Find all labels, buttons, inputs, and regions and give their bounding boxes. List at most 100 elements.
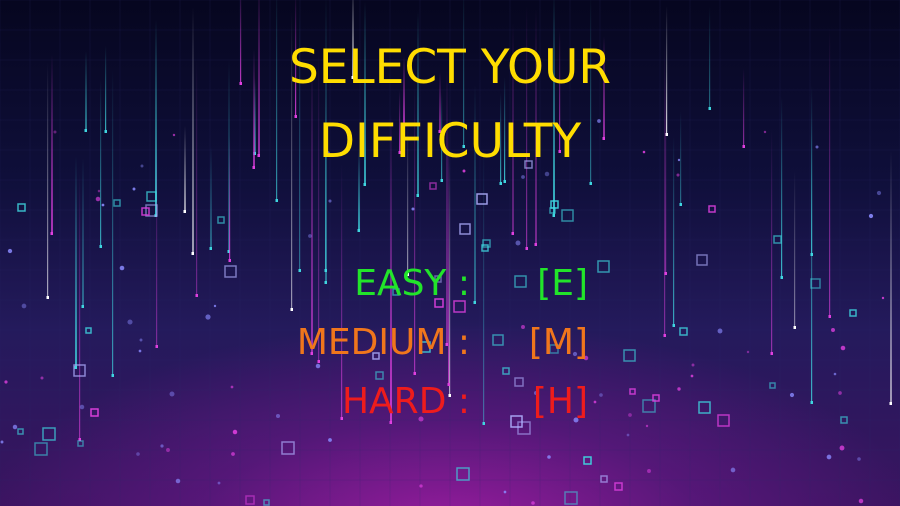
floating-square [514, 377, 524, 387]
light-streak-tip [191, 252, 194, 255]
floating-square [17, 428, 24, 435]
floating-square [113, 199, 121, 207]
light-streak [196, 59, 198, 297]
floating-square [517, 421, 531, 435]
light-streak [794, 170, 796, 329]
light-streak [417, 11, 419, 197]
floating-square [810, 278, 821, 289]
floating-square [708, 205, 716, 213]
light-streak-tip [552, 214, 555, 217]
floating-square [597, 260, 610, 273]
floating-square [245, 495, 255, 505]
particle-dot [213, 304, 217, 308]
light-streak-tip [672, 324, 675, 327]
light-streak-tip [473, 301, 476, 304]
particle-dot [789, 392, 795, 398]
light-streak-tip [155, 345, 158, 348]
particle-dot [833, 372, 837, 376]
particle-dot [521, 175, 525, 179]
floating-square [614, 482, 623, 491]
light-streak-tip [534, 243, 537, 246]
light-streak-tip [275, 199, 278, 202]
particle-dot [127, 319, 133, 325]
hard-option-key[interactable]: [H] [533, 382, 588, 422]
floating-square [679, 327, 688, 336]
particle-dot [857, 457, 861, 461]
particle-dot [645, 424, 649, 428]
floating-square [698, 401, 711, 414]
light-streak-tip [440, 179, 443, 182]
floating-square [514, 275, 527, 288]
floating-square [561, 209, 574, 222]
light-streak-tip [413, 372, 416, 375]
title-line-1: SELECT YOUR [288, 40, 612, 95]
light-streak-tip [195, 294, 198, 297]
particle-dot [166, 448, 170, 452]
medium-option-label[interactable]: MEDIUM : [297, 323, 470, 363]
particle-dot [730, 467, 736, 473]
particle-dot [411, 207, 415, 211]
particle-dot [7, 248, 13, 254]
floating-square [583, 456, 592, 465]
light-streak-tip [679, 203, 682, 206]
light-streak-tip [111, 374, 114, 377]
particle-dot [119, 265, 125, 271]
particle-dot [79, 404, 85, 410]
light-streak [75, 156, 77, 369]
particle-dot [544, 171, 550, 177]
particle-dot [4, 380, 8, 384]
particle-dot [826, 454, 832, 460]
particle-dot [676, 173, 680, 177]
floating-square [375, 371, 384, 380]
floating-square [564, 491, 578, 505]
floating-square [849, 309, 857, 317]
particle-dot [691, 363, 695, 367]
light-streak-tip [663, 334, 666, 337]
light-streak [79, 173, 81, 441]
light-streak-tip [828, 315, 831, 318]
particle-dot [40, 376, 44, 380]
particle-dot [531, 501, 535, 505]
light-streak-tip [363, 183, 366, 186]
light-streak-tip [499, 182, 502, 185]
light-streak-tip [664, 272, 667, 275]
particle-dot [97, 189, 101, 193]
light-streak-tip [81, 305, 84, 308]
light-streak [483, 146, 485, 425]
particle-dot [21, 303, 27, 309]
light-streak-tip [290, 308, 293, 311]
particle-dot [175, 478, 181, 484]
particle-dot [232, 429, 238, 435]
particle-dot [0, 440, 4, 444]
floating-square [492, 334, 504, 346]
floating-square [642, 399, 656, 413]
light-streak-tip [511, 232, 514, 235]
light-streak-tip [183, 210, 186, 213]
particle-dot [840, 345, 846, 351]
hard-option-label[interactable]: HARD : [342, 382, 470, 422]
light-streak-tip [889, 402, 892, 405]
particle-dot [521, 325, 525, 329]
particle-dot [95, 196, 101, 202]
particle-dot [677, 387, 681, 391]
particle-dot [275, 413, 281, 419]
medium-option-key[interactable]: [M] [529, 323, 588, 363]
particle-dot [690, 374, 694, 378]
floating-square [769, 382, 776, 389]
particle-dot [12, 424, 18, 430]
particle-dot [593, 400, 597, 404]
light-streak [47, 62, 49, 299]
particle-dot [138, 349, 142, 353]
particle-dot [628, 413, 632, 417]
light-streak-tip [298, 269, 301, 272]
particle-dot [315, 363, 321, 369]
light-streak [318, 49, 320, 363]
floating-square [224, 265, 237, 278]
particle-dot [139, 338, 143, 342]
particle-dot [599, 393, 603, 397]
easy-option-key[interactable]: [E] [537, 264, 588, 304]
floating-square [263, 499, 270, 506]
easy-option-label[interactable]: EASY : [354, 264, 470, 304]
particle-dot [231, 452, 235, 456]
particle-dot [160, 444, 164, 448]
